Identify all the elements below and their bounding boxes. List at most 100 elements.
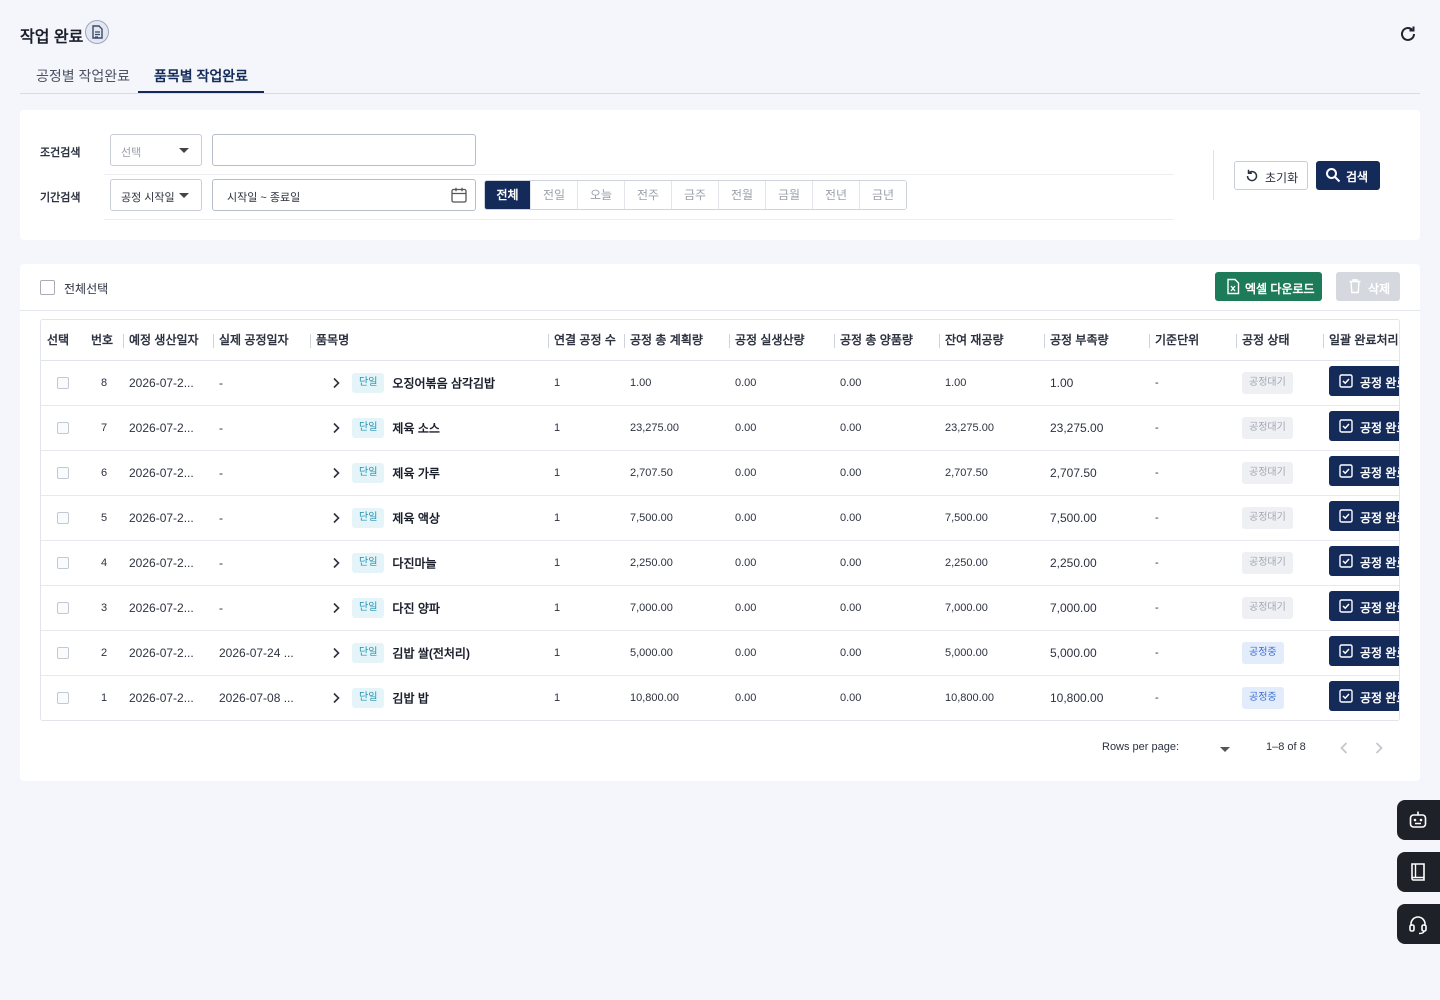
list-toolbar: 전체선택 엑셀 다운로드 삭제 [20,264,1420,311]
select-all-checkbox[interactable] [40,280,55,295]
period-last-month-button[interactable]: 전월 [718,181,765,209]
chevron-right-icon[interactable] [328,375,344,391]
table-row[interactable]: 6 2026-07-2... - 단일 제육 가루 1 2,707.50 0.00 0.00 2,… [41,450,1399,496]
linked-process-count: 1 [548,405,624,451]
complete-process-button[interactable]: 공정 완료 [1329,591,1399,621]
column-header: 품목명 [310,320,548,361]
refresh-icon[interactable] [1398,24,1418,44]
period-last-year-button[interactable]: 전년 [812,181,859,209]
tab-item-complete[interactable]: 품목별 작업완료 [138,56,265,93]
status-badge: 공정대기 [1242,371,1293,394]
chevron-right-icon[interactable] [328,465,344,481]
item-type-badge: 단일 [352,687,385,708]
chevron-left-icon[interactable] [1334,738,1354,758]
complete-process-button[interactable]: 공정 완료 [1329,366,1399,396]
period-today-button[interactable]: 오늘 [577,181,624,209]
column-header: 잔여 재공량 [939,320,1044,361]
tab-process-complete[interactable]: 공정별 작업완료 [20,56,146,93]
complete-process-button[interactable]: 공정 완료 [1329,636,1399,666]
column-header: 공정 총 계획량 [624,320,729,361]
period-last-week-button[interactable]: 전주 [624,181,671,209]
rows-per-page-select[interactable] [1206,739,1232,759]
manual-button[interactable] [1397,852,1440,892]
chevron-right-icon[interactable] [1369,738,1389,758]
tab-bar: 공정별 작업완료 품목별 작업완료 [20,56,1420,94]
divider [104,174,1174,175]
shortage-quantity: 10,800.00 [1044,675,1149,720]
period-yesterday-button[interactable]: 전일 [530,181,577,209]
condition-input[interactable] [212,134,476,166]
status-cell: 공정대기 [1236,360,1323,406]
shortage-quantity: 5,000.00 [1044,630,1149,676]
period-this-week-button[interactable]: 금주 [671,181,718,209]
table-row[interactable]: 2 2026-07-2... 2026-07-24 ... 단일 김밥 쌀(전처리) 1 5… [41,630,1399,676]
delete-button[interactable]: 삭제 [1336,272,1400,301]
row-number: 2 [85,630,123,676]
row-number: 6 [85,450,123,496]
row-select-cell [41,630,85,676]
complete-process-button[interactable]: 공정 완료 [1329,411,1399,441]
wip-quantity: 1.00 [939,360,1044,406]
complete-process-label: 공정 완료 [1360,511,1399,525]
chevron-right-icon[interactable] [328,690,344,706]
actual-quantity: 0.00 [729,450,834,496]
table-row[interactable]: 4 2026-07-2... - 단일 다진마늘 1 2,250.00 0.00 0.00 2,2… [41,540,1399,586]
chevron-right-icon[interactable] [328,600,344,616]
row-checkbox[interactable] [57,466,69,479]
row-checkbox[interactable] [57,376,69,389]
complete-process-button[interactable]: 공정 완료 [1329,456,1399,486]
row-checkbox[interactable] [57,691,69,704]
check-square-icon [1339,554,1353,568]
chevron-right-icon[interactable] [328,510,344,526]
base-unit: - [1149,675,1236,720]
complete-process-button[interactable]: 공정 완료 [1329,546,1399,576]
complete-process-label: 공정 완료 [1360,601,1399,615]
row-checkbox[interactable] [57,646,69,659]
period-type-select[interactable]: 공정 시작일 [110,179,202,211]
chatbot-button[interactable] [1397,800,1440,840]
table-row[interactable]: 1 2026-07-2... 2026-07-08 ... 단일 김밥 밥 1 10,800… [41,675,1399,720]
table-row[interactable]: 8 2026-07-2... - 단일 오징어볶음 삼각김밥 1 1.00 0.00 0.00 1… [41,360,1399,406]
support-button[interactable] [1397,904,1440,944]
wip-quantity: 23,275.00 [939,405,1044,451]
chevron-right-icon[interactable] [328,420,344,436]
chevron-right-icon[interactable] [328,645,344,661]
page-range: 1–8 of 8 [1266,741,1306,753]
condition-select[interactable]: 선택 [110,134,202,166]
search-button[interactable]: 검색 [1316,161,1380,190]
reset-button[interactable]: 초기화 [1234,161,1308,190]
actual-date: 2026-07-08 ... [213,675,310,720]
complete-process-label: 공정 완료 [1360,691,1399,705]
date-range-input[interactable]: 시작일 ~ 종료일 [212,179,476,211]
complete-process-button[interactable]: 공정 완료 [1329,681,1399,711]
calendar-icon[interactable] [450,186,468,204]
actual-date: - [213,540,310,586]
row-checkbox[interactable] [57,421,69,434]
row-checkbox[interactable] [57,601,69,614]
period-all-button[interactable]: 전체 [485,181,530,209]
wip-quantity: 7,500.00 [939,495,1044,541]
period-this-year-button[interactable]: 금년 [859,181,906,209]
excel-download-button[interactable]: 엑셀 다운로드 [1215,272,1322,301]
action-cell: 공정 완료 [1323,405,1399,451]
table-row[interactable]: 7 2026-07-2... - 단일 제육 소스 1 23,275.00 0.00 0.00 2… [41,405,1399,451]
planned-quantity: 23,275.00 [624,405,729,451]
document-icon[interactable] [85,20,109,44]
item-cell: 단일 김밥 밥 [310,675,548,720]
caret-down-icon [179,193,189,198]
good-quantity: 0.00 [834,675,939,720]
check-square-icon [1339,509,1353,523]
base-unit: - [1149,630,1236,676]
row-checkbox[interactable] [57,511,69,524]
table-row[interactable]: 3 2026-07-2... - 단일 다진 양파 1 7,000.00 0.00 0.00 7,… [41,585,1399,631]
table-row[interactable]: 5 2026-07-2... - 단일 제육 액상 1 7,500.00 0.00 0.00 7,… [41,495,1399,541]
rows-per-page-label: Rows per page: [1102,741,1180,753]
divider [104,219,1174,220]
complete-process-button[interactable]: 공정 완료 [1329,501,1399,531]
period-this-month-button[interactable]: 금월 [765,181,812,209]
column-header: 공정 상태 [1236,320,1323,361]
row-checkbox[interactable] [57,556,69,569]
status-cell: 공정중 [1236,675,1323,720]
chevron-right-icon[interactable] [328,555,344,571]
item-table: 선택 번호 예정 생산일자 실제 공정일자 품목명 연결 공정 수 공정 총 계… [40,319,1400,721]
